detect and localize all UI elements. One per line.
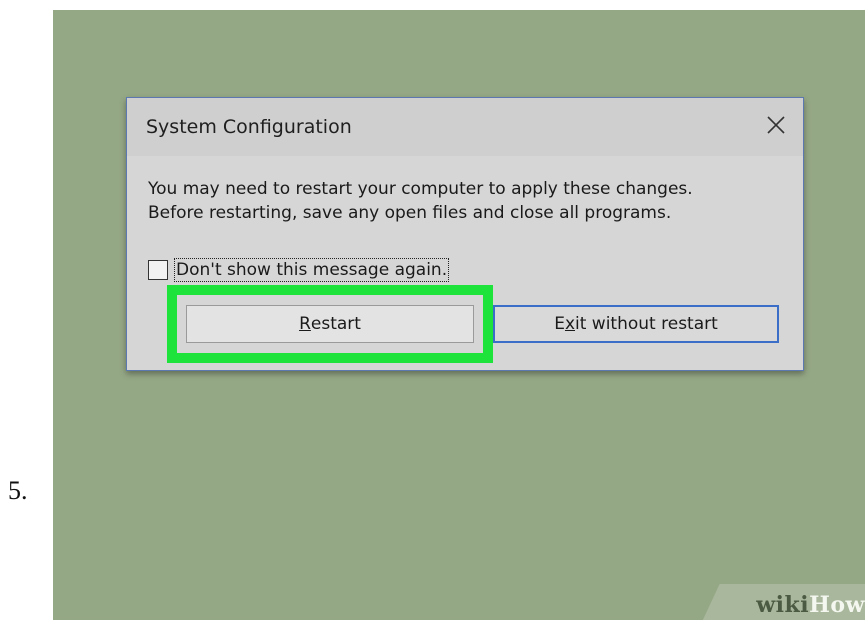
restart-label-rest: estart [310,314,361,334]
dont-show-again-label[interactable]: Don't show this message again. [174,258,450,282]
step-number: 5. [8,476,28,505]
dont-show-again-checkbox[interactable] [148,260,168,280]
close-icon [767,116,785,134]
exit-label-prefix: E [554,314,565,334]
message-line-1: You may need to restart your computer to… [148,179,693,199]
watermark-part-2: How [809,592,865,618]
system-configuration-dialog: System Configuration You may need to res… [126,97,804,371]
exit-access-key: x [564,314,576,334]
wikihow-watermark: wikiHow [756,592,865,618]
exit-label-rest: it without restart [575,314,718,334]
restart-access-key: R [299,314,311,334]
screenshot-area: System Configuration You may need to res… [53,10,865,620]
watermark-part-1: wiki [756,592,810,618]
close-button[interactable] [759,108,793,142]
dialog-title: System Configuration [146,116,352,138]
dont-show-again-row: Don't show this message again. [148,258,450,282]
dialog-message: You may need to restart your computer to… [148,177,693,225]
restart-button[interactable]: Restart [186,305,474,343]
exit-without-restart-button[interactable]: Ex it without restart [493,305,779,343]
message-line-2: Before restarting, save any open files a… [148,203,672,223]
dialog-titlebar: System Configuration [127,98,803,156]
